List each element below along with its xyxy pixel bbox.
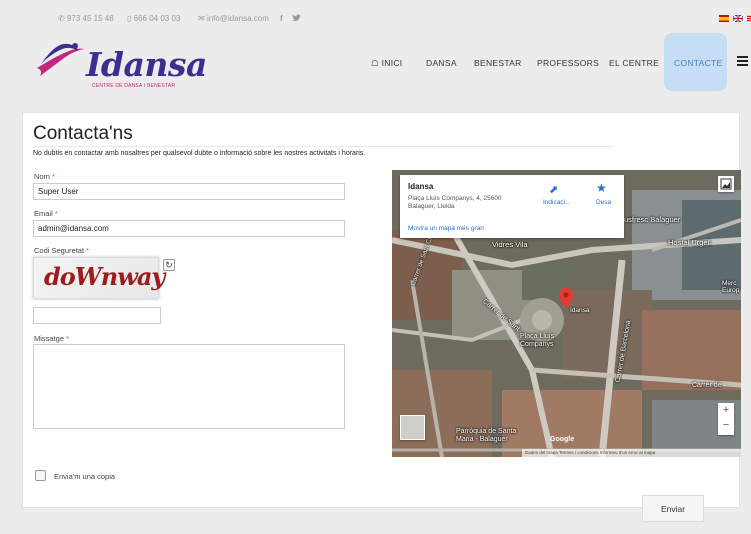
required-marker: * [86,246,90,255]
map-label-mercat: Merc Europ [722,280,740,294]
nav-item-professors[interactable]: PROFESSORS [537,58,599,68]
logo-text: Idansa [86,45,207,84]
captcha-refresh-icon[interactable]: ↻ [163,259,175,271]
nav-item-benestar[interactable]: BENESTAR [474,58,522,68]
email-item[interactable]: ✉ info@idansa.com [198,14,269,23]
map-label-fresc: usfresc Balaguer [624,215,681,224]
english-flag-icon[interactable] [732,15,743,23]
facebook-icon[interactable]: f [280,14,283,23]
google-logo-icon: Google [550,436,575,443]
fullscreen-icon[interactable] [718,176,734,192]
email-field[interactable] [33,220,345,237]
name-label: Nom * [34,172,55,181]
captcha-image: doWnway [33,257,165,299]
mobile-icon: ▯ [127,14,132,23]
map-label-pin: Idansa [570,307,590,314]
zoom-in-button[interactable]: + [718,403,734,418]
map-pin-icon[interactable] [559,288,573,308]
place-info-card: Idansa Plaça Lluís Companys, 4, 25600 Ba… [400,175,624,238]
contact-panel: Contacta'ns No dubtis en contactar amb n… [22,112,741,522]
larger-map-link[interactable]: Mostra un mapa més gran [408,225,484,232]
home-icon: ☖ [371,58,379,68]
nav-item-el-centre[interactable]: EL CENTRE [609,58,659,68]
intro-text: No dubtis en contactar amb nosaltres per… [33,150,366,157]
map-label-vidres: Vidres Vila [492,240,528,249]
name-field[interactable] [33,183,345,200]
nav-item-inici[interactable]: ☖ INICI [371,58,402,69]
directions-button[interactable]: Indicaci... [543,199,570,206]
map-footer[interactable]: Dades del mapa Termes i condicions Infor… [522,449,741,457]
save-button[interactable]: Desa [596,199,611,206]
directions-icon[interactable]: ⬈ [549,183,558,196]
map-label-carrer-right: Carrer de [692,382,722,389]
menu-toggle-icon[interactable] [737,56,748,66]
twitter-icon[interactable] [292,14,301,23]
phone-icon: ✆ [58,14,65,23]
language-flags [717,14,751,23]
page-title: Contacta'ns [33,123,133,144]
email-label: Email * [34,209,58,218]
place-name: Idansa [408,182,434,191]
phone-item[interactable]: ✆ 973 45 15 48 [58,14,114,23]
save-star-icon[interactable]: ★ [596,181,607,195]
map-label-church: Parròquia de Santa Maria - Balaguer [456,428,517,443]
required-marker: * [66,334,70,343]
phone-number-1: 973 45 15 48 [66,14,114,23]
security-code-label: Codi Seguretat * [34,246,90,255]
zoom-out-button[interactable]: − [718,418,734,433]
send-copy-checkbox[interactable] [35,470,46,481]
google-map[interactable]: Vidres Vila usfresc Balaguer Hostal Urge… [392,170,741,457]
title-divider [33,146,613,147]
map-label-square: Plaça Lluís Companys [520,333,555,348]
captcha-text: doWnway [44,262,165,291]
send-copy-label: Envia'm una copia [54,472,116,481]
captcha-input[interactable] [33,307,161,324]
place-address: Plaça Lluís Companys, 4, 25600 Balaguer,… [408,195,502,210]
spanish-flag-icon[interactable] [718,15,729,23]
required-marker: * [51,172,55,181]
dancer-logo-icon [37,43,84,76]
map-type-toggle[interactable] [400,415,425,440]
message-field[interactable] [33,344,345,429]
top-bar: ✆ 973 45 15 48 ▯ 666 04 03 03 ✉ info@ida… [0,0,751,26]
logo-tagline: CENTRE DE DANSA I BENESTAR [92,83,176,89]
mobile-item[interactable]: ▯ 666 04 03 03 [127,14,180,23]
submit-button[interactable]: Enviar [642,495,704,522]
catalan-flag-icon[interactable] [747,15,751,23]
map-label-hostal: Hostal Urgell [668,238,711,247]
message-label: Missatge * [34,334,70,343]
phone-number-2: 666 04 03 03 [133,14,181,23]
nav-item-contacte[interactable]: CONTACTE [674,58,723,68]
email-address: info@idansa.com [206,14,269,23]
site-header: Idansa CENTRE DE DANSA I BENESTAR ☖ INIC… [0,26,751,96]
envelope-icon: ✉ [198,14,205,23]
required-marker: * [54,209,58,218]
nav-label-inici: INICI [381,58,403,68]
nav-item-dansa[interactable]: DANSA [426,58,457,68]
zoom-controls: + − [718,403,734,435]
